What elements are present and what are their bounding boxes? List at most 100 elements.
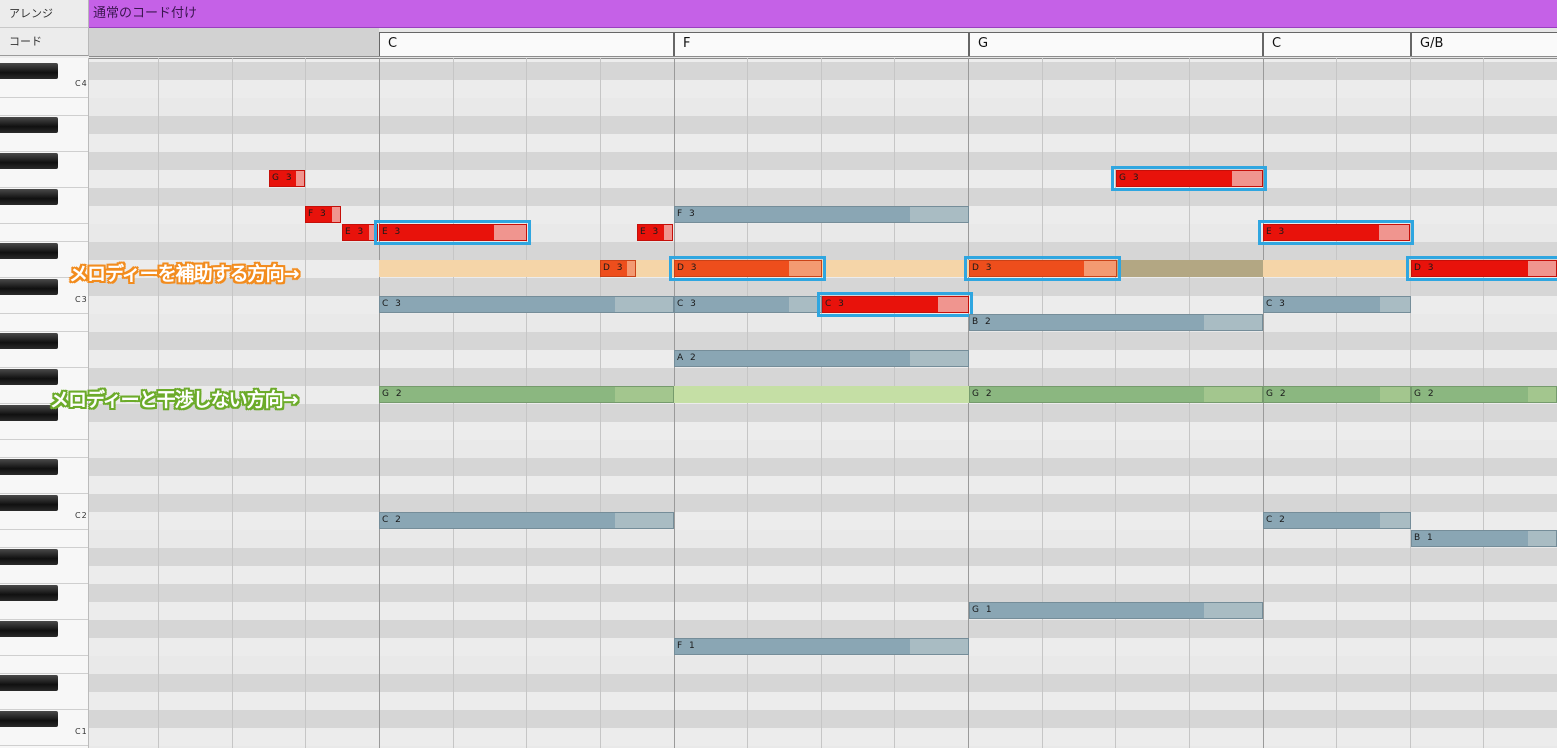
melody-note-d3[interactable]: D 3 (600, 260, 636, 277)
chord-note-c3[interactable]: C 3 (1263, 296, 1411, 313)
white-key-divider (0, 223, 88, 224)
note-label: F 1 (677, 641, 697, 651)
chord-note-g2[interactable]: G 2 (969, 386, 1263, 403)
beat-line (1336, 58, 1337, 748)
highlight-box (374, 220, 531, 245)
note-tail (296, 171, 304, 186)
note-label: D 3 (603, 263, 625, 273)
beat-line (1115, 58, 1116, 748)
note-tail (1204, 387, 1262, 402)
white-key-divider (0, 673, 88, 674)
black-key[interactable] (0, 495, 58, 511)
white-key-divider (0, 241, 88, 242)
black-key[interactable] (0, 621, 58, 637)
note-label: F 3 (677, 209, 697, 219)
beat-line (1189, 58, 1190, 748)
chord-note-f3[interactable]: F 3 (674, 206, 969, 223)
note-tail (910, 351, 968, 366)
white-key-divider (0, 547, 88, 548)
note-label: G 2 (382, 389, 404, 399)
black-key[interactable] (0, 153, 58, 169)
highlight-box (1406, 256, 1557, 281)
support-band-shaded-segment (1116, 260, 1263, 277)
bar-line (1263, 58, 1264, 748)
note-tail (1380, 387, 1410, 402)
melody-note-g3[interactable]: G 3 (269, 170, 305, 187)
melody-note-e3[interactable]: E 3 (637, 224, 673, 241)
highlight-box (817, 292, 973, 317)
key-label-c3: C3 (75, 295, 88, 304)
note-tail (1204, 603, 1262, 618)
chord-block-f[interactable]: F (674, 32, 969, 56)
highlight-box (964, 256, 1121, 281)
note-tail (1528, 531, 1556, 546)
black-key[interactable] (0, 279, 58, 295)
black-key[interactable] (0, 549, 58, 565)
highlight-box (669, 256, 826, 281)
chord-track-empty-bar (89, 28, 379, 56)
note-tail (332, 207, 340, 222)
white-key-divider (0, 709, 88, 710)
note-tail (627, 261, 635, 276)
note-label: B 1 (1414, 533, 1435, 543)
note-label: G 2 (972, 389, 994, 399)
melody-note-e3[interactable]: E 3 (342, 224, 378, 241)
arrange-track[interactable]: 通常のコード付け (89, 0, 1557, 28)
arrange-section-title: 通常のコード付け (93, 6, 198, 21)
black-key[interactable] (0, 117, 58, 133)
black-key[interactable] (0, 243, 58, 259)
melody-note-f3[interactable]: F 3 (305, 206, 341, 223)
chord-note-g2[interactable]: G 2 (379, 386, 674, 403)
chord-note-c2[interactable]: C 2 (1263, 512, 1411, 529)
bar-line (379, 58, 380, 748)
note-tail (910, 639, 968, 654)
key-label-c2: C2 (75, 511, 88, 520)
white-key-divider (0, 439, 88, 440)
note-label: G 2 (1266, 389, 1288, 399)
black-key[interactable] (0, 711, 58, 727)
chord-block-g[interactable]: G (969, 32, 1263, 56)
note-label: B 2 (972, 317, 993, 327)
chord-note-c2[interactable]: C 2 (379, 512, 674, 529)
note-label: E 3 (345, 227, 366, 237)
white-key-divider (0, 187, 88, 188)
note-tail (1380, 297, 1410, 312)
black-key[interactable] (0, 675, 58, 691)
chord-note-g2[interactable]: G 2 (1263, 386, 1411, 403)
black-key[interactable] (0, 585, 58, 601)
black-key[interactable] (0, 189, 58, 205)
chord-block-c[interactable]: C (379, 32, 674, 56)
note-tail (1204, 315, 1262, 330)
note-tail (615, 297, 673, 312)
note-tail (1528, 387, 1556, 402)
black-key[interactable] (0, 369, 58, 385)
beat-line (600, 58, 601, 748)
beat-line (453, 58, 454, 748)
note-label: C 3 (382, 299, 403, 309)
black-key[interactable] (0, 459, 58, 475)
chord-note-a2[interactable]: A 2 (674, 350, 969, 367)
white-key-divider (0, 97, 88, 98)
chord-note-b1[interactable]: B 1 (1411, 530, 1557, 547)
chord-note-c3[interactable]: C 3 (379, 296, 674, 313)
note-tail (615, 387, 673, 402)
black-key[interactable] (0, 63, 58, 79)
white-key-divider (0, 331, 88, 332)
chord-track-label: コード (0, 28, 89, 56)
chord-note-b2[interactable]: B 2 (969, 314, 1263, 331)
note-tail (1380, 513, 1410, 528)
note-label: A 2 (677, 353, 698, 363)
note-label: E 3 (640, 227, 661, 237)
note-label: C 2 (1266, 515, 1287, 525)
note-label: F 3 (308, 209, 328, 219)
chord-note-g1[interactable]: G 1 (969, 602, 1263, 619)
chord-block-c2[interactable]: C (1263, 32, 1411, 56)
chord-note-c3[interactable]: C 3 (674, 296, 822, 313)
beat-line (1410, 58, 1411, 748)
chord-note-g2[interactable]: G 2 (1411, 386, 1557, 403)
beat-line (1042, 58, 1043, 748)
piano-roll-window: アレンジ コード 通常のコード付け C F G C G/B C4 C3 C2 C… (0, 0, 1557, 748)
black-key[interactable] (0, 333, 58, 349)
chord-note-f1[interactable]: F 1 (674, 638, 969, 655)
chord-block-g-over-b[interactable]: G/B (1411, 32, 1557, 56)
